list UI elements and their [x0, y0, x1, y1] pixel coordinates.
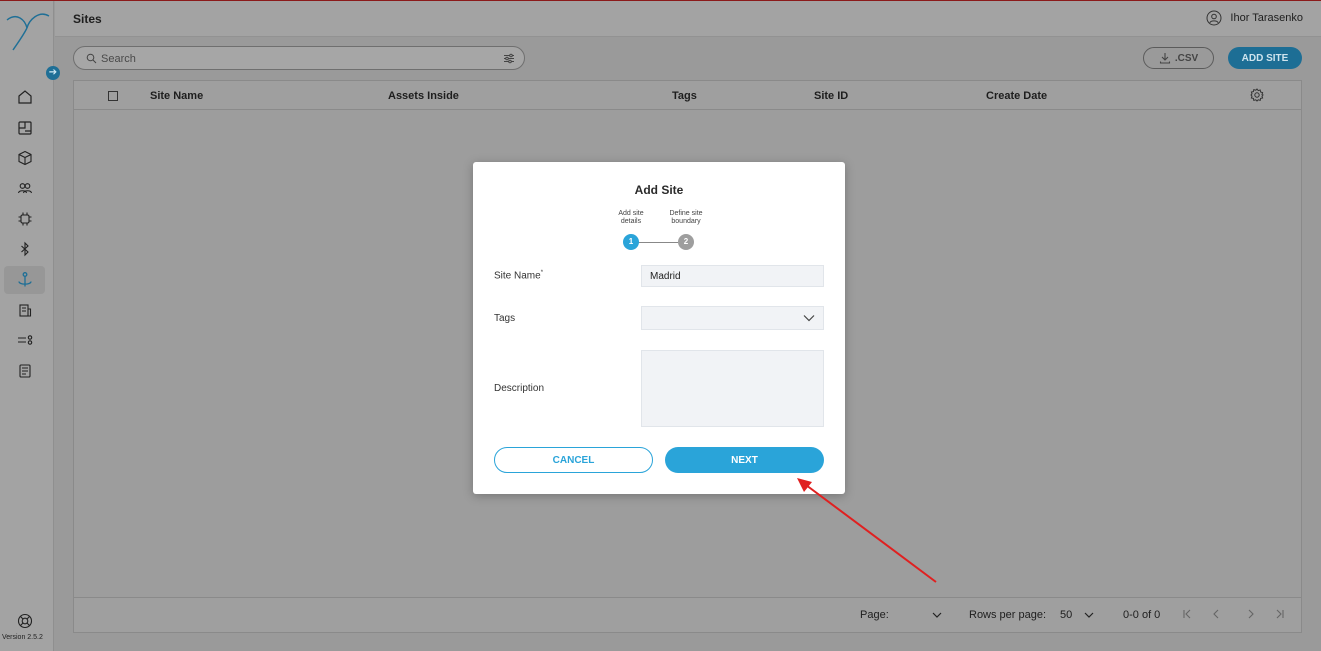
- top-border: [0, 0, 1321, 1]
- search-icon: [86, 53, 97, 64]
- cancel-button[interactable]: CANCEL: [494, 447, 653, 473]
- step-2-label: Define site boundary: [669, 210, 703, 225]
- chip-icon[interactable]: [14, 208, 36, 230]
- app-logo[interactable]: [3, 6, 51, 54]
- step-1-indicator: 1: [623, 234, 639, 250]
- next-button[interactable]: NEXT: [665, 447, 824, 473]
- list-toggle-icon[interactable]: [14, 329, 36, 351]
- tags-select[interactable]: [641, 306, 824, 330]
- export-csv-button[interactable]: .CSV: [1143, 47, 1214, 69]
- user-name: Ihor Tarasenko: [1230, 12, 1303, 24]
- dashboard-icon[interactable]: [14, 117, 36, 139]
- select-all-checkbox[interactable]: [108, 91, 118, 101]
- site-name-field[interactable]: [641, 265, 824, 287]
- rows-per-page-label: Rows per page:: [969, 609, 1047, 621]
- rows-per-page-select[interactable]: 50: [1060, 603, 1098, 627]
- expand-sidebar-button[interactable]: ➔: [46, 66, 60, 80]
- step-1-label: Add site details: [618, 210, 644, 225]
- first-page-icon[interactable]: [1180, 607, 1194, 621]
- description-label: Description: [494, 383, 545, 394]
- stepper-connector: [638, 242, 678, 243]
- description-field[interactable]: [641, 350, 824, 427]
- dialog-title: Add Site: [634, 183, 684, 197]
- cube-icon[interactable]: [14, 147, 36, 169]
- page-title: Sites: [73, 12, 102, 26]
- add-site-dialog: Add Site Add site details Define site bo…: [473, 162, 845, 494]
- bluetooth-icon[interactable]: [14, 238, 36, 260]
- filter-icon[interactable]: [503, 53, 515, 64]
- help-icon[interactable]: [14, 610, 36, 632]
- tags-label: Tags: [494, 313, 516, 324]
- column-header-site-id[interactable]: Site ID: [814, 90, 848, 102]
- page-select[interactable]: [900, 603, 946, 627]
- home-icon[interactable]: [14, 86, 36, 108]
- search-bar[interactable]: [73, 46, 525, 70]
- chevron-down-icon: [803, 315, 815, 322]
- sidebar: ➔ Version 2.5.2: [0, 0, 60, 651]
- page-label: Page:: [860, 609, 889, 621]
- step-2-indicator: 2: [678, 234, 694, 250]
- column-header-site-name[interactable]: Site Name: [150, 90, 203, 102]
- site-name-label: Site Name*: [494, 270, 544, 282]
- pagination-range: 0-0 of 0: [1123, 609, 1161, 621]
- column-header-assets-inside[interactable]: Assets Inside: [388, 90, 459, 102]
- gear-icon[interactable]: [1250, 88, 1264, 102]
- report-icon[interactable]: [14, 360, 36, 382]
- column-header-create-date[interactable]: Create Date: [986, 90, 1047, 102]
- building-icon[interactable]: [14, 299, 36, 321]
- chevron-down-icon: [1084, 612, 1094, 618]
- csv-label: .CSV: [1174, 52, 1199, 64]
- last-page-icon[interactable]: [1273, 607, 1287, 621]
- search-input[interactable]: [101, 51, 491, 66]
- chevron-down-icon: [932, 612, 942, 618]
- user-avatar-icon: [1206, 10, 1222, 26]
- table-pagination: Page: Rows per page: 50 0-0 of 0: [74, 597, 1301, 632]
- anchor-icon[interactable]: [14, 269, 36, 291]
- previous-page-icon[interactable]: [1209, 607, 1223, 621]
- top-header: Sites Ihor Tarasenko: [55, 1, 1321, 37]
- next-page-icon[interactable]: [1244, 607, 1258, 621]
- add-site-button[interactable]: ADD SITE: [1228, 47, 1302, 69]
- users-icon[interactable]: [14, 177, 36, 199]
- table-header: Site Name Assets Inside Tags Site ID Cre…: [74, 81, 1301, 110]
- column-header-tags[interactable]: Tags: [672, 90, 697, 102]
- user-menu[interactable]: Ihor Tarasenko: [1206, 10, 1303, 26]
- rows-per-page-value: 50: [1060, 609, 1073, 621]
- app-version: Version 2.5.2: [2, 634, 43, 641]
- download-icon: [1159, 53, 1170, 64]
